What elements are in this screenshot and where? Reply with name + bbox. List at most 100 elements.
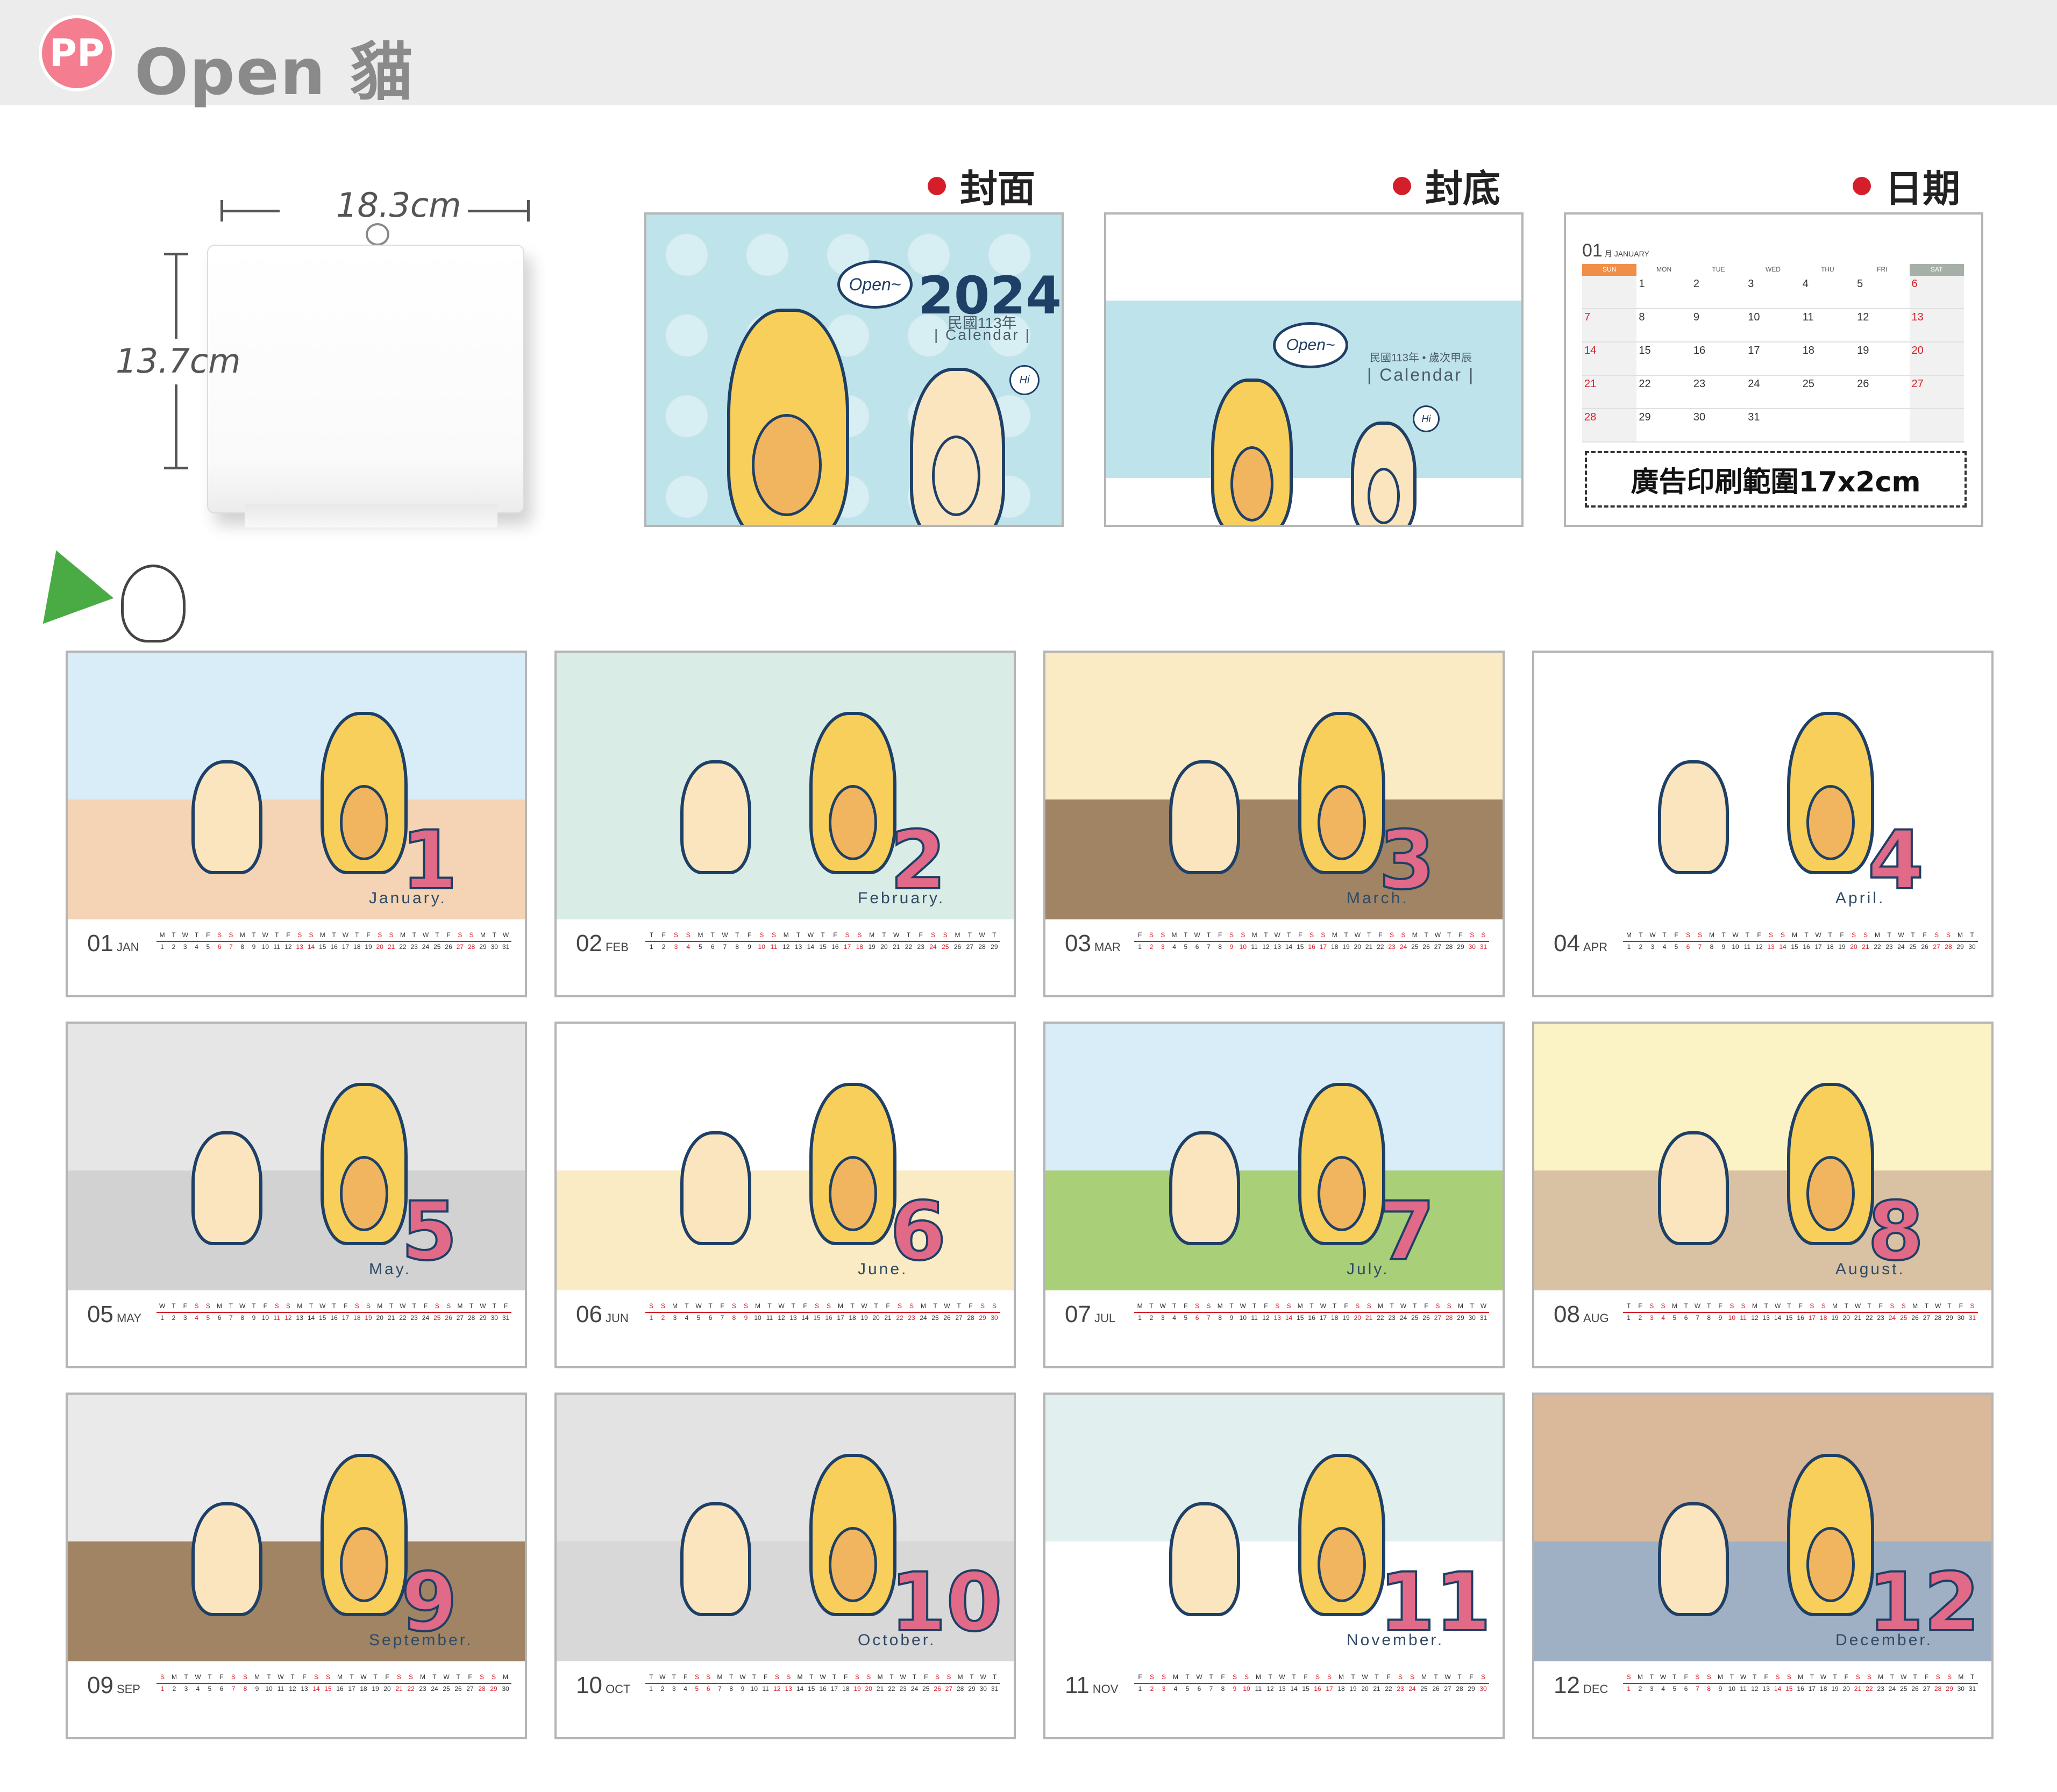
month-strip-divider	[1134, 1312, 1489, 1313]
cream-cat-illustration	[1658, 1502, 1729, 1616]
yellow-cat-illustration	[1787, 1083, 1874, 1245]
date-page-label: 日期	[1853, 159, 1960, 213]
date-page-month: 01 月 JANUARY	[1582, 240, 1649, 261]
month-day-strip: 02 FEB T F S S M T W T F S S M T W T F S S M T W T F S S M T W T 1 2 3 4 5 6…	[557, 919, 1014, 995]
month-name-word: February.	[858, 889, 945, 907]
month-label: 03 MAR	[1065, 930, 1121, 956]
date-cell: 30	[1693, 411, 1706, 423]
yellow-cat-illustration	[1787, 1454, 1874, 1616]
month-illustration: 4 April.	[1534, 653, 1991, 919]
cover-label: 封面	[928, 159, 1035, 213]
bullet-dot-icon	[1853, 176, 1871, 195]
weekday-letters: FSSMTWTFSSMTWTFSSMTWTFSSMTWTFSS	[1137, 931, 1486, 939]
day-numbers: 1 2 3 4 5 6 7 8 9 10 11 12 13 14 15 16 17 18 19 20 21 22 23 24 2…	[649, 1685, 999, 1693]
height-label: 13.7cm	[116, 341, 241, 381]
month-day-strip: 07 JUL M T W T F S S M T W T F S S M T W T F S S M T W T F S S M T W 1 2 3 4…	[1045, 1290, 1503, 1366]
weekday-letters: SSMTWTFSSMTWTFSSMTWTFSSMTWTFSS	[649, 1302, 997, 1310]
date-cell: 3	[1748, 278, 1754, 290]
month-strip-divider	[645, 941, 1000, 942]
brand-title: Open 貓	[134, 35, 414, 109]
month-strip-divider	[1623, 1312, 1978, 1313]
month-day-strip: 11 NOV F S S M T W T F S S M T W T F S S M T W T F S S M T W T F S 1 2 3 4 5…	[1045, 1661, 1503, 1737]
day-numbers: 1 2 3 4 5 6 7 8 9 10 11 12 13 14 15 16 17 18 19 20 21 22 23 24 2…	[649, 1314, 998, 1322]
width-arrow-left	[220, 210, 280, 212]
height-arrow-top	[175, 253, 177, 339]
day-numbers: 1 2 3 4 5 6 7 8 9 10 11 12 13 14 15 16 17 18 19 20 21 22 23 24 2…	[160, 1314, 510, 1322]
page-header: PP Open 貓	[0, 0, 2057, 109]
date-cell: 16	[1693, 345, 1706, 356]
yellow-cat-illustration	[1298, 712, 1385, 874]
month-strip-divider	[156, 1312, 511, 1313]
cream-cat-illustration	[1658, 1131, 1729, 1245]
girl-doodle-icon	[121, 565, 186, 642]
date-cell	[1582, 276, 1637, 308]
month-page-06: 6 June. 06 JUN S S M T W T F S S M T W T F S S M T W T F S S M T W T F S…	[554, 1022, 1016, 1368]
date-cell: 17	[1748, 345, 1760, 356]
month-page-01: 1 January. 01 JAN M T W T F S S M T W T F S S M T W T F S S M T W T F…	[66, 651, 527, 997]
date-cell: 28	[1582, 409, 1637, 441]
date-grid: SUN MON TUE WED THU FRI SAT 1 2 3 4 5 6 7 8 9 10 11 12 13 14…	[1582, 264, 1964, 442]
month-name-word: September.	[369, 1631, 473, 1649]
yellow-cat-illustration	[321, 1083, 408, 1245]
yellow-cat-illustration	[321, 1454, 408, 1616]
weekday-header: WED	[1765, 266, 1781, 273]
date-cell	[1800, 409, 1855, 441]
date-cell: 10	[1748, 311, 1760, 323]
month-name-word: December.	[1835, 1631, 1933, 1649]
month-strip-divider	[156, 1683, 511, 1684]
month-name-word: January.	[369, 889, 447, 907]
month-label: 02 FEB	[576, 930, 629, 956]
ad-print-area: 廣告印刷範圍17x2cm	[1585, 451, 1967, 508]
open-speech-bubble: Open~	[837, 260, 913, 309]
date-cell: 8	[1639, 311, 1645, 323]
month-strip-divider	[645, 1683, 1000, 1684]
month-page-02: 2 February. 02 FEB T F S S M T W T F S S M T W T F S S M T W T F S S…	[554, 651, 1016, 997]
month-label: 04 APR	[1554, 930, 1608, 956]
month-page-11: 11 November. 11 NOV F S S M T W T F S S M T W T F S S M T W T F S S…	[1043, 1393, 1505, 1739]
month-day-strip: 12 DEC S M T W T F S S M T W T F S S M T W T F S S M T W T F S S M T 1 2 3 4…	[1534, 1661, 1991, 1737]
date-cell: 31	[1748, 411, 1760, 423]
day-numbers: 1 2 3 4 5 6 7 8 9 10 11 12 13 14 15 16 17 18 19 20 21 22 23 24 2…	[1627, 943, 1976, 951]
hi-speech-bubble: Hi	[1413, 405, 1440, 432]
date-cell: 11	[1802, 311, 1814, 323]
width-arrow-right	[468, 210, 527, 212]
month-label: 01 JAN	[87, 930, 139, 956]
month-day-strip: 05 MAY W T F S S M T W T F S S M T W T F S S M T W T F S S M T W T F 1 2 3 4…	[68, 1290, 525, 1366]
weekday-letters: MTWTFSSMTWTFSSMTWTFSSMTWTFSSMT	[1626, 931, 1974, 939]
back-cover-preview: Open~ 民國113年 • 歲次甲辰 | Calendar | Hi	[1104, 212, 1524, 527]
month-page-03: 3 March. 03 MAR F S S M T W T F S S M T W T F S S M T W T F S S M T W T…	[1043, 651, 1505, 997]
month-label: 07 JUL	[1065, 1301, 1116, 1327]
height-arrow-top-cap	[164, 253, 188, 255]
date-cell: 21	[1582, 376, 1637, 408]
back-calendar-word: | Calendar |	[1367, 365, 1475, 384]
cream-cat-illustration	[1169, 760, 1240, 874]
month-illustration: 6 June.	[557, 1024, 1014, 1290]
cover-preview: Open~ 2024 民國113年 | Calendar | Hi	[644, 212, 1064, 527]
date-cell: 2	[1693, 278, 1699, 290]
month-label: 11 NOV	[1065, 1672, 1119, 1698]
day-numbers: 1 2 3 4 5 6 7 8 9 10 11 12 13 14 15 16 17 18 19 20 21 22 23 24 2…	[1138, 1685, 1487, 1693]
cream-cat-illustration	[191, 1131, 262, 1245]
month-name-word: April.	[1835, 889, 1885, 907]
date-cell: 12	[1857, 311, 1869, 323]
height-arrow-bottom-cap	[164, 467, 188, 469]
weekday-letters: TFSSMTWTFSSMTWTFSSMTWTFSSMTWTFS	[1626, 1302, 1975, 1310]
date-cell: 25	[1802, 378, 1814, 390]
month-day-strip: 06 JUN S S M T W T F S S M T W T F S S M T W T F S S M T W T F S S 1 2 3 4 5…	[557, 1290, 1014, 1366]
date-cell: 6	[1909, 276, 1964, 308]
yellow-cat-illustration	[321, 712, 408, 874]
cream-cat-illustration	[680, 760, 751, 874]
date-cell: 29	[1639, 411, 1651, 423]
month-day-strip: 04 APR M T W T F S S M T W T F S S M T W T F S S M T W T F S S M T 1 2 3 4 5…	[1534, 919, 1991, 995]
date-cell: 14	[1582, 342, 1637, 375]
date-cell: 13	[1909, 309, 1964, 341]
month-name-word: August.	[1835, 1260, 1905, 1278]
height-arrow-bottom	[175, 384, 177, 468]
yellow-cat-illustration	[809, 1083, 896, 1245]
cream-cat-illustration	[910, 368, 1005, 525]
hanger-hole	[366, 223, 389, 246]
date-cell	[1909, 409, 1964, 441]
month-name-word: May.	[369, 1260, 411, 1278]
width-label: 18.3cm	[336, 185, 461, 225]
weekday-letters: TWTFSSMTWTFSSMTWTFSSMTWTFSSMTWT	[649, 1673, 997, 1681]
